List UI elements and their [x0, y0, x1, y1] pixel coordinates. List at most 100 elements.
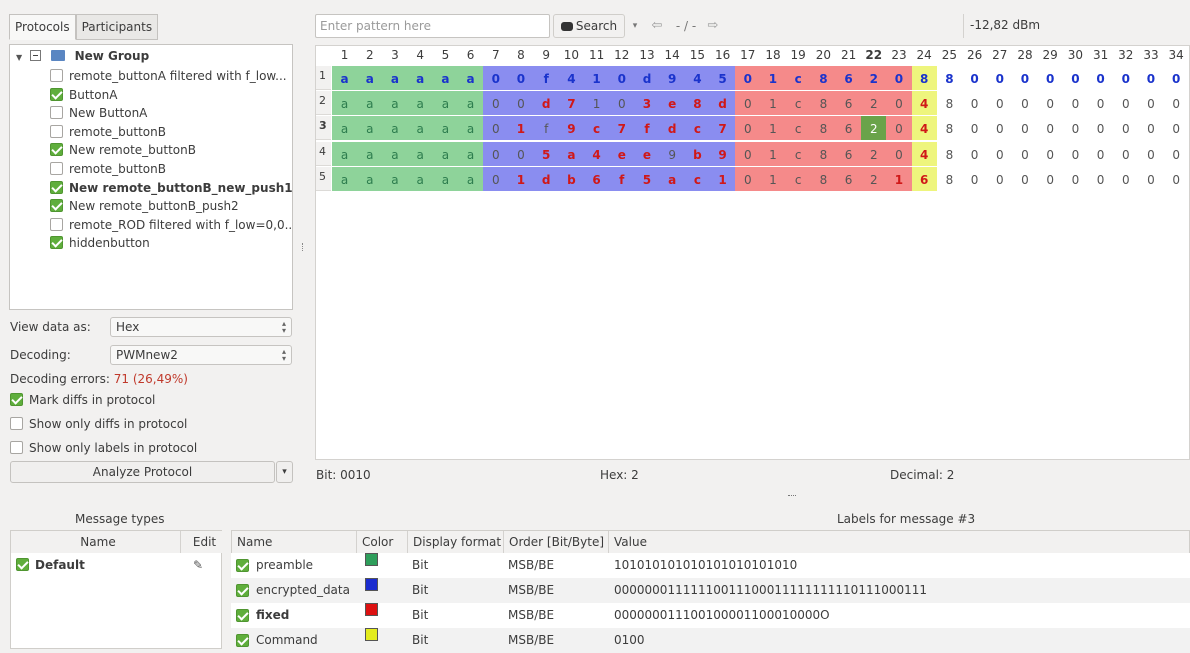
mark-diffs-checkbox[interactable] — [10, 393, 23, 406]
protocol-cell[interactable]: d — [710, 91, 736, 116]
protocol-cell[interactable]: 8 — [810, 166, 836, 191]
protocol-cell[interactable]: 0 — [1012, 141, 1038, 166]
protocol-cell[interactable]: a — [558, 141, 584, 166]
protocol-cell[interactable]: a — [357, 141, 383, 166]
tab-participants[interactable]: Participants — [75, 14, 159, 40]
protocol-cell[interactable]: d — [659, 116, 685, 141]
protocol-cell[interactable]: 5 — [533, 141, 559, 166]
protocol-cell[interactable]: 0 — [1012, 66, 1038, 90]
protocol-cell[interactable]: b — [558, 166, 584, 191]
protocol-cell[interactable]: 6 — [836, 116, 862, 141]
protocol-cell[interactable]: c — [785, 91, 811, 116]
label-color-swatch[interactable] — [365, 553, 378, 566]
splitter-handle[interactable] — [302, 243, 304, 251]
protocol-cell[interactable]: 2 — [861, 66, 887, 90]
protocol-cell[interactable]: 0 — [483, 166, 509, 191]
column-header[interactable]: 28 — [1012, 46, 1037, 65]
protocol-cell[interactable]: a — [332, 91, 358, 116]
protocol-tree[interactable]: ▼ New Group remote_buttonA filtered with… — [9, 44, 293, 310]
message-type-checkbox[interactable] — [16, 558, 29, 571]
protocol-cell[interactable]: 6 — [584, 166, 610, 191]
column-header[interactable]: 24 — [912, 46, 937, 65]
only-labels-option[interactable]: Show only labels in protocol — [10, 441, 197, 455]
protocol-cell[interactable]: 0 — [609, 91, 635, 116]
protocol-cell[interactable]: a — [357, 166, 383, 191]
protocol-cell[interactable]: 0 — [1037, 116, 1063, 141]
tree-item[interactable]: New remote_buttonB — [50, 141, 196, 159]
protocol-cell[interactable]: 0 — [735, 141, 761, 166]
protocol-cell[interactable]: 8 — [936, 91, 962, 116]
protocol-cell[interactable]: 6 — [911, 166, 937, 191]
protocol-cell[interactable]: 6 — [836, 166, 862, 191]
protocol-cell[interactable]: c — [684, 116, 710, 141]
protocol-cell[interactable]: 0 — [1113, 141, 1139, 166]
protocol-cell[interactable]: a — [432, 116, 458, 141]
analyze-protocol-button[interactable]: Analyze Protocol — [10, 461, 275, 483]
protocol-cell[interactable]: 0 — [1163, 66, 1189, 90]
protocol-cell[interactable]: 0 — [1163, 166, 1189, 191]
protocol-cell[interactable]: a — [458, 141, 484, 166]
column-header[interactable]: 19 — [786, 46, 811, 65]
row-header[interactable]: 5 — [316, 166, 331, 191]
label-color-swatch[interactable] — [365, 603, 378, 616]
protocol-cell[interactable]: 8 — [936, 66, 962, 90]
view-data-combo[interactable]: Hex ▴ ▾ — [110, 317, 292, 337]
protocol-cell[interactable]: 1 — [760, 91, 786, 116]
tree-item[interactable]: New remote_buttonB_new_push1 — [50, 179, 292, 197]
protocol-cell[interactable]: f — [634, 116, 660, 141]
protocol-cell[interactable]: 0 — [1088, 166, 1114, 191]
protocol-cell[interactable]: 4 — [911, 91, 937, 116]
protocol-cell[interactable]: a — [407, 66, 433, 90]
column-header[interactable]: 13 — [634, 46, 659, 65]
protocol-cell[interactable]: 0 — [1037, 141, 1063, 166]
column-header[interactable]: 17 — [735, 46, 760, 65]
label-row[interactable]: preamble Bit MSB/BE 10101010101010101010101… — [231, 553, 1190, 578]
protocol-cell[interactable]: a — [357, 91, 383, 116]
column-header[interactable]: 31 — [1088, 46, 1113, 65]
protocol-cell[interactable]: c — [785, 141, 811, 166]
protocol-cell[interactable]: 0 — [609, 66, 635, 90]
protocol-cell[interactable]: 8 — [936, 166, 962, 191]
protocol-cell[interactable]: 4 — [911, 116, 937, 141]
protocol-cell[interactable]: 0 — [886, 66, 912, 90]
column-header[interactable]: 4 — [408, 46, 433, 65]
protocol-cell[interactable]: 0 — [886, 91, 912, 116]
protocol-cell[interactable]: a — [407, 166, 433, 191]
protocol-cell[interactable]: a — [332, 141, 358, 166]
protocol-cell[interactable]: 0 — [1062, 91, 1088, 116]
protocol-cell[interactable]: 1 — [760, 141, 786, 166]
label-row[interactable]: fixed Bit MSB/BE 00000001110010000110001000… — [231, 603, 1190, 628]
protocol-cell[interactable]: 0 — [962, 91, 988, 116]
col-color-header[interactable]: Color — [357, 531, 408, 553]
column-header[interactable]: 7 — [483, 46, 508, 65]
row-header[interactable]: 1 — [316, 66, 331, 90]
column-header[interactable]: 20 — [811, 46, 836, 65]
protocol-cell[interactable]: 7 — [609, 116, 635, 141]
protocol-cell[interactable]: a — [382, 116, 408, 141]
collapse-box-icon[interactable] — [30, 50, 42, 61]
protocol-cell[interactable]: 6 — [836, 91, 862, 116]
label-color-swatch[interactable] — [365, 578, 378, 591]
next-result-icon[interactable]: ⇨ — [704, 14, 722, 38]
column-header[interactable]: 26 — [962, 46, 987, 65]
protocol-cell[interactable]: a — [458, 91, 484, 116]
protocol-cell[interactable]: 0 — [1113, 66, 1139, 90]
protocol-cell[interactable]: 8 — [936, 116, 962, 141]
tree-item[interactable]: New remote_buttonB_push2 — [50, 197, 239, 215]
tree-item-checkbox[interactable] — [50, 69, 63, 82]
protocol-cell[interactable]: 0 — [1163, 91, 1189, 116]
protocol-cell[interactable]: f — [533, 116, 559, 141]
protocol-cell[interactable]: c — [785, 166, 811, 191]
protocol-cell[interactable]: a — [382, 141, 408, 166]
protocol-cell[interactable]: 5 — [634, 166, 660, 191]
protocol-cell[interactable]: 1 — [760, 166, 786, 191]
protocol-cell[interactable]: 8 — [810, 66, 836, 90]
col-format-header[interactable]: Display format — [408, 531, 504, 553]
protocol-cell[interactable]: 0 — [1088, 116, 1114, 141]
protocol-cell[interactable]: 8 — [810, 91, 836, 116]
protocol-cell[interactable]: 1 — [584, 91, 610, 116]
col-name-header[interactable]: Name — [11, 531, 181, 553]
protocol-cell[interactable]: 0 — [483, 66, 509, 90]
protocol-cell[interactable]: 0 — [735, 66, 761, 90]
column-header[interactable]: 1 — [332, 46, 357, 65]
